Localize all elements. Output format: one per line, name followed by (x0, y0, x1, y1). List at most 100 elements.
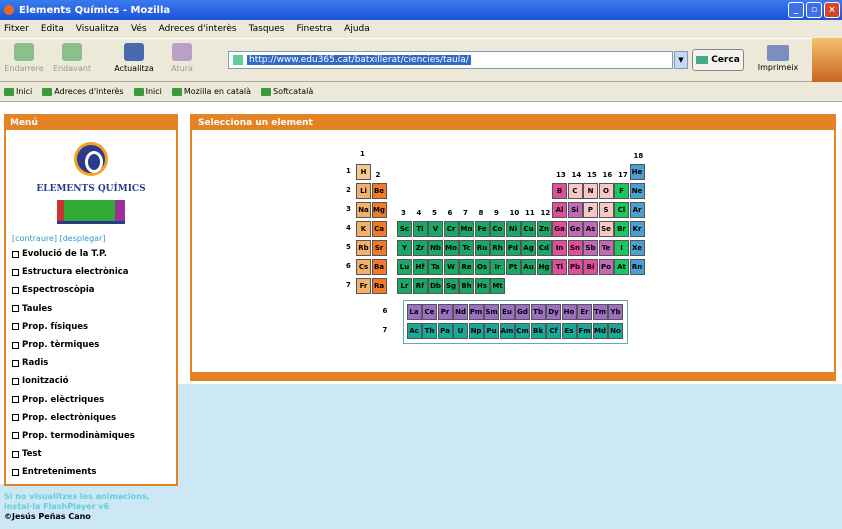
element-Ra[interactable]: Ra (371, 278, 387, 294)
forward-button[interactable]: Endavant (50, 43, 94, 73)
element-Hf[interactable]: Hf (412, 259, 428, 275)
element-Fe[interactable]: Fe (474, 221, 490, 237)
element-Er[interactable]: Er (577, 304, 592, 320)
element-Eu[interactable]: Eu (499, 304, 515, 320)
element-B[interactable]: B (552, 183, 567, 199)
element-Li[interactable]: Li (356, 183, 371, 199)
url-input[interactable]: http://www.edu365.cat/batxillerat/cienci… (228, 51, 673, 69)
element-Al[interactable]: Al (552, 202, 567, 218)
element-Au[interactable]: Au (521, 259, 536, 275)
menu-edita[interactable]: Edita (41, 24, 64, 34)
menu-ves[interactable]: Vés (131, 24, 147, 34)
element-Bh[interactable]: Bh (459, 278, 474, 294)
element-Sg[interactable]: Sg (443, 278, 459, 294)
sidebar-item[interactable]: Prop. tèrmiques (12, 336, 176, 354)
element-Md[interactable]: Md (592, 323, 608, 339)
element-V[interactable]: V (428, 221, 443, 237)
element-Mg[interactable]: Mg (371, 202, 387, 218)
element-No[interactable]: No (608, 323, 623, 339)
element-Ne[interactable]: Ne (629, 183, 645, 199)
element-Db[interactable]: Db (428, 278, 443, 294)
sidebar-item[interactable]: Radis (12, 354, 176, 372)
menu-adreces[interactable]: Adreces d'interès (159, 24, 237, 34)
element-Ca[interactable]: Ca (371, 221, 387, 237)
element-Tb[interactable]: Tb (530, 304, 546, 320)
element-Ag[interactable]: Ag (521, 240, 536, 256)
sidebar-item[interactable]: Espectroscòpia (12, 281, 176, 299)
menu-finestra[interactable]: Finestra (296, 24, 332, 34)
element-Pb[interactable]: Pb (567, 259, 583, 275)
element-W[interactable]: W (443, 259, 459, 275)
element-Pt[interactable]: Pt (505, 259, 521, 275)
element-Yb[interactable]: Yb (608, 304, 623, 320)
element-F[interactable]: F (614, 183, 629, 199)
element-Dy[interactable]: Dy (546, 304, 561, 320)
element-Po[interactable]: Po (598, 259, 614, 275)
element-At[interactable]: At (614, 259, 629, 275)
element-Rb[interactable]: Rb (356, 240, 371, 256)
element-Bk[interactable]: Bk (530, 323, 546, 339)
sidebar-item[interactable]: Taules (12, 300, 176, 318)
sidebar-item[interactable]: Prop. termodinàmiques (12, 427, 176, 445)
element-Tm[interactable]: Tm (592, 304, 608, 320)
element-Fm[interactable]: Fm (577, 323, 592, 339)
url-dropdown-button[interactable]: ▼ (674, 51, 688, 69)
bookmark-inici[interactable]: Inici (4, 87, 32, 96)
element-C[interactable]: C (567, 183, 583, 199)
element-Ho[interactable]: Ho (561, 304, 577, 320)
element-Np[interactable]: Np (468, 323, 484, 339)
menu-fitxer[interactable]: Fitxer (4, 24, 29, 34)
element-Ta[interactable]: Ta (428, 259, 443, 275)
menu-visualitza[interactable]: Visualitza (76, 24, 119, 34)
element-Kr[interactable]: Kr (629, 221, 645, 237)
bookmark-adreces[interactable]: Adreces d'interès (42, 87, 124, 96)
element-Ge[interactable]: Ge (567, 221, 583, 237)
element-Fr[interactable]: Fr (356, 278, 371, 294)
element-Zr[interactable]: Zr (412, 240, 428, 256)
element-Bi[interactable]: Bi (583, 259, 598, 275)
element-Cs[interactable]: Cs (356, 259, 371, 275)
element-In[interactable]: In (552, 240, 567, 256)
element-Ba[interactable]: Ba (371, 259, 387, 275)
element-Cu[interactable]: Cu (521, 221, 536, 237)
element-Br[interactable]: Br (614, 221, 629, 237)
element-Cf[interactable]: Cf (546, 323, 561, 339)
bookmark-inici-2[interactable]: Inici (133, 87, 162, 96)
element-Mt[interactable]: Mt (490, 278, 505, 294)
element-H[interactable]: H (356, 164, 371, 180)
element-Rf[interactable]: Rf (412, 278, 428, 294)
element-Pr[interactable]: Pr (437, 304, 453, 320)
element-Se[interactable]: Se (598, 221, 614, 237)
element-U[interactable]: U (453, 323, 468, 339)
reload-button[interactable]: Actualitza (112, 43, 156, 73)
element-Pm[interactable]: Pm (468, 304, 484, 320)
element-Xe[interactable]: Xe (629, 240, 645, 256)
element-Am[interactable]: Am (499, 323, 515, 339)
element-Y[interactable]: Y (397, 240, 412, 256)
element-Cd[interactable]: Cd (536, 240, 552, 256)
element-Sc[interactable]: Sc (397, 221, 412, 237)
bookmark-mozilla[interactable]: Mozilla en català (171, 87, 251, 96)
bookmark-softcatala[interactable]: Softcatalà (260, 87, 313, 96)
element-Cl[interactable]: Cl (614, 202, 629, 218)
element-Si[interactable]: Si (567, 202, 583, 218)
menu-tasques[interactable]: Tasques (249, 24, 285, 34)
element-Sb[interactable]: Sb (583, 240, 598, 256)
element-Ga[interactable]: Ga (552, 221, 567, 237)
minimize-button[interactable]: _ (788, 2, 804, 18)
element-Rn[interactable]: Rn (629, 259, 645, 275)
element-Ar[interactable]: Ar (629, 202, 645, 218)
element-La[interactable]: La (406, 304, 422, 320)
sidebar-item[interactable]: Prop. electròniques (12, 409, 176, 427)
element-Sr[interactable]: Sr (371, 240, 387, 256)
maximize-button[interactable]: ▫ (806, 2, 822, 18)
element-Os[interactable]: Os (474, 259, 490, 275)
sidebar-item[interactable]: Prop. elèctriques (12, 391, 176, 409)
element-Th[interactable]: Th (422, 323, 437, 339)
sidebar-item[interactable]: Entreteniments (12, 463, 176, 481)
element-Ti[interactable]: Ti (412, 221, 428, 237)
element-K[interactable]: K (356, 221, 371, 237)
element-Ce[interactable]: Ce (422, 304, 437, 320)
element-Mo[interactable]: Mo (443, 240, 459, 256)
element-As[interactable]: As (583, 221, 598, 237)
